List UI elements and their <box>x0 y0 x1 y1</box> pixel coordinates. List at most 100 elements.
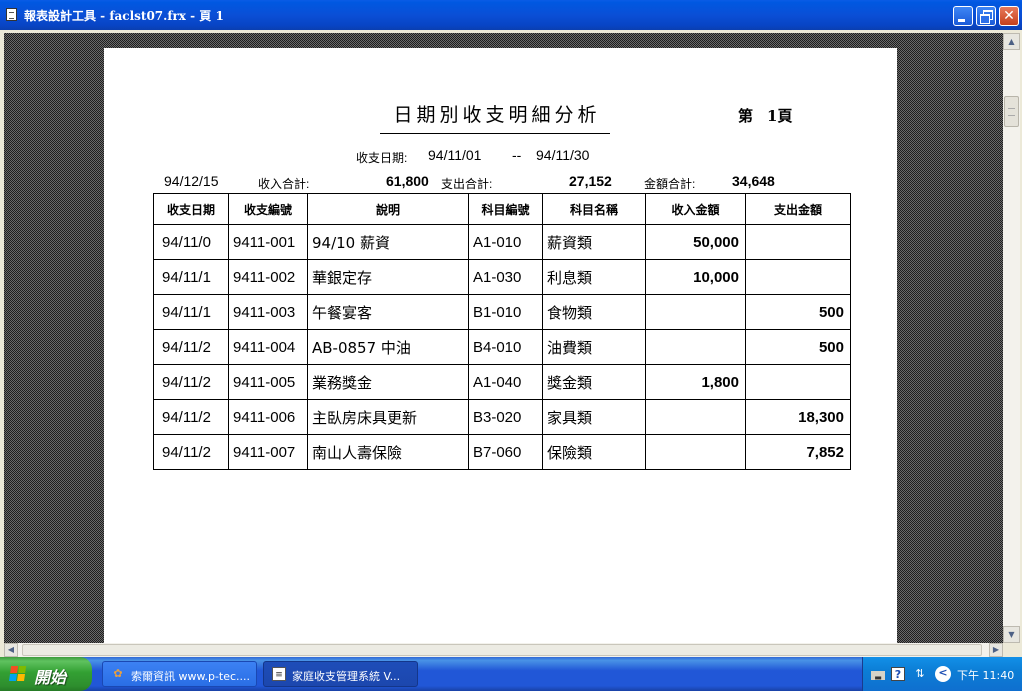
cell-income: 1,800 <box>645 364 746 400</box>
scroll-down-icon[interactable]: ▼ <box>1003 626 1020 643</box>
task-label: 家庭收支管理系統 V... <box>292 670 401 683</box>
cell-account-code: A1-010 <box>468 224 543 260</box>
cell-expense: 7,852 <box>745 434 851 470</box>
cell-account-code: A1-030 <box>468 259 543 295</box>
taskbar-item-browser[interactable]: ✿ 索爾資訊 www.p-tec.... <box>102 661 257 687</box>
cell-id: 9411-005 <box>228 364 308 400</box>
date-from: 94/11/01 <box>428 147 482 163</box>
cell-description: 業務獎金 <box>307 364 469 400</box>
cell-date: 94/11/2 <box>153 399 229 435</box>
page-label: 第 <box>738 107 754 125</box>
cell-account-code: B1-010 <box>468 294 543 330</box>
cell-id: 9411-002 <box>228 259 308 295</box>
close-icon: ✕ <box>1003 8 1015 24</box>
report-page: 日期別收支明細分析 第 1頁 收支日期: 94/11/01 -- 94/11/30… <box>104 48 897 648</box>
cell-id: 9411-007 <box>228 434 308 470</box>
cell-expense <box>745 364 851 400</box>
updown-arrows-icon[interactable]: ⇅ <box>913 667 927 681</box>
income-total-label: 收入合計: <box>258 177 310 191</box>
windows-logo-icon <box>9 666 27 682</box>
cell-id: 9411-003 <box>228 294 308 330</box>
date-to: 94/11/30 <box>536 147 590 163</box>
page-number: 第 1頁 <box>738 105 792 126</box>
scroll-right-icon[interactable]: ▶ <box>989 643 1003 657</box>
cell-id: 9411-001 <box>228 224 308 260</box>
title-bar[interactable]: 報表設計工具 - faclst07.frx - 頁 1 ✕ <box>0 0 1022 30</box>
col-header: 科目名稱 <box>542 193 646 225</box>
start-label: 開始 <box>34 668 67 687</box>
close-button[interactable]: ✕ <box>999 6 1019 26</box>
handshake-icon: ✿ <box>113 667 123 680</box>
table-row: 94/11/2 9411-004 AB-0857 中油 B4-010 油費類 5… <box>153 329 851 365</box>
col-header: 收支日期 <box>153 193 229 225</box>
col-header: 收支編號 <box>228 193 308 225</box>
restore-button[interactable] <box>976 6 996 26</box>
taskbar: 開始 ✿ 索爾資訊 www.p-tec.... ≡ 家庭收支管理系統 V... … <box>0 657 1022 691</box>
cell-expense: 18,300 <box>745 399 851 435</box>
scroll-up-icon[interactable]: ▲ <box>1003 33 1020 50</box>
horizontal-scroll-thumb[interactable] <box>22 644 982 656</box>
cell-income <box>645 399 746 435</box>
keyboard-icon[interactable]: ▬ <box>871 671 885 682</box>
start-button[interactable]: 開始 <box>0 657 92 691</box>
taskbar-item-app[interactable]: ≡ 家庭收支管理系統 V... <box>263 661 418 687</box>
title-underline <box>380 133 610 134</box>
cell-description: 南山人壽保險 <box>307 434 469 470</box>
expense-total-label: 支出合計: <box>441 177 493 191</box>
horizontal-scrollbar[interactable]: ◀ ▶ <box>4 643 1003 657</box>
minimize-button[interactable] <box>953 6 973 26</box>
cell-account-name: 家具類 <box>542 399 646 435</box>
col-header: 科目編號 <box>468 193 543 225</box>
col-header: 支出金額 <box>745 193 851 225</box>
cell-account-code: B7-060 <box>468 434 543 470</box>
cell-description: 94/10 薪資 <box>307 224 469 260</box>
amount-total: 34,648 <box>732 173 775 189</box>
cell-date: 94/11/2 <box>153 329 229 365</box>
task-label: 索爾資訊 www.p-tec.... <box>131 670 251 683</box>
cell-expense <box>745 259 851 295</box>
cell-id: 9411-004 <box>228 329 308 365</box>
vertical-scroll-thumb[interactable] <box>1004 96 1019 127</box>
table-row: 94/11/1 9411-003 午餐宴客 B1-010 食物類 500 <box>153 294 851 330</box>
clock[interactable]: 下午 11:40 <box>957 667 1014 683</box>
help-icon[interactable]: ? <box>891 667 905 681</box>
cell-account-name: 油費類 <box>542 329 646 365</box>
preview-area[interactable]: 日期別收支明細分析 第 1頁 收支日期: 94/11/01 -- 94/11/30… <box>4 33 1003 648</box>
cell-income <box>645 329 746 365</box>
cell-account-name: 保險類 <box>542 434 646 470</box>
table-row: 94/11/1 9411-002 華銀定存 A1-030 利息類 10,000 <box>153 259 851 295</box>
col-header: 收入金額 <box>645 193 746 225</box>
income-total: 61,800 <box>386 173 429 189</box>
cell-expense: 500 <box>745 329 851 365</box>
app-icon[interactable] <box>6 8 17 21</box>
cell-description: AB-0857 中油 <box>307 329 469 365</box>
date-separator: -- <box>512 147 522 163</box>
cell-account-code: B3-020 <box>468 399 543 435</box>
cell-account-name: 薪資類 <box>542 224 646 260</box>
print-date: 94/12/15 <box>164 173 219 189</box>
detail-table: 收支日期 收支編號 說明 科目編號 科目名稱 收入金額 支出金額 94/11/0… <box>153 193 851 470</box>
cell-description: 主臥房床具更新 <box>307 399 469 435</box>
cell-date: 94/11/2 <box>153 364 229 400</box>
cell-expense: 500 <box>745 294 851 330</box>
cell-account-name: 獎金類 <box>542 364 646 400</box>
cell-income <box>645 294 746 330</box>
table-row: 94/11/2 9411-006 主臥房床具更新 B3-020 家具類 18,3… <box>153 399 851 435</box>
cell-date: 94/11/0 <box>153 224 229 260</box>
show-hidden-icons-icon[interactable]: < <box>935 666 951 682</box>
workspace: 日期別收支明細分析 第 1頁 收支日期: 94/11/01 -- 94/11/30… <box>0 30 1022 657</box>
cell-description: 午餐宴客 <box>307 294 469 330</box>
table-row: 94/11/0 9411-001 94/10 薪資 A1-010 薪資類 50,… <box>153 224 851 260</box>
cell-date: 94/11/1 <box>153 294 229 330</box>
date-range-label: 收支日期: <box>356 151 408 165</box>
scroll-left-icon[interactable]: ◀ <box>4 643 18 657</box>
cell-id: 9411-006 <box>228 399 308 435</box>
vertical-scrollbar[interactable]: ▲ ▼ <box>1003 33 1020 643</box>
amount-total-label: 金額合計: <box>644 177 696 191</box>
cell-account-code: B4-010 <box>468 329 543 365</box>
cell-account-name: 食物類 <box>542 294 646 330</box>
col-header: 說明 <box>307 193 469 225</box>
cell-expense <box>745 224 851 260</box>
table-row: 94/11/2 9411-007 南山人壽保險 B7-060 保險類 7,852 <box>153 434 851 470</box>
cell-date: 94/11/2 <box>153 434 229 470</box>
